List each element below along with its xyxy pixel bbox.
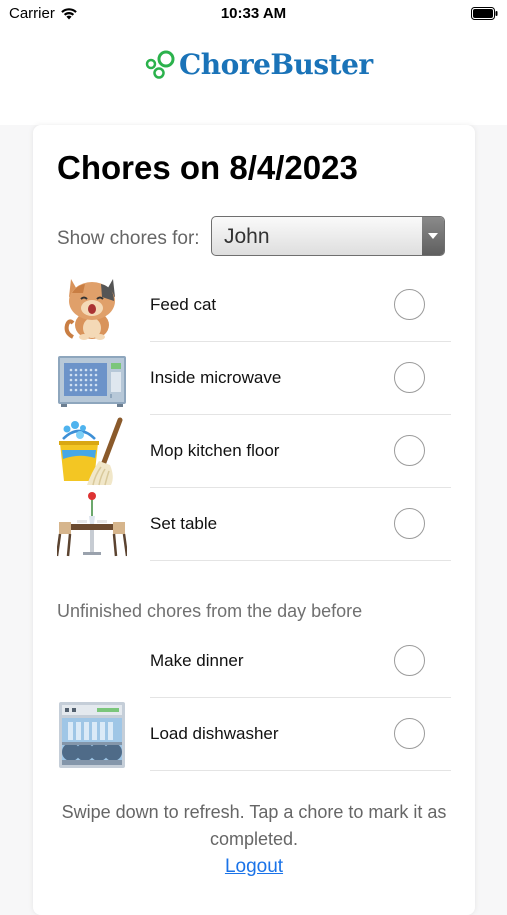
- chore-row-feed-cat[interactable]: Feed cat: [33, 269, 475, 342]
- chore-row-set-table[interactable]: Set table: [33, 488, 475, 561]
- bubbles-icon: [145, 50, 175, 79]
- chore-name: Feed cat: [150, 295, 217, 314]
- complete-checkbox[interactable]: [394, 289, 425, 320]
- dining-table-icon: [57, 492, 127, 557]
- complete-checkbox[interactable]: [394, 362, 425, 393]
- chore-row-load-dishwasher[interactable]: Load dishwasher: [33, 698, 475, 771]
- chore-row-mop-kitchen-floor[interactable]: Mop kitchen floor: [33, 415, 475, 488]
- chore-name: Mop kitchen floor: [150, 441, 280, 460]
- status-bar: Carrier 10:33 AM: [0, 0, 507, 30]
- person-select-value: John: [224, 225, 270, 248]
- app-logo: ChoreBuster: [143, 48, 373, 81]
- chore-name: Make dinner: [150, 651, 244, 670]
- chore-name: Inside microwave: [150, 368, 282, 387]
- chore-row-inside-microwave[interactable]: Inside microwave: [33, 342, 475, 415]
- filter-label: Show chores for:: [57, 228, 200, 249]
- complete-checkbox[interactable]: [394, 645, 425, 676]
- mop-bucket-icon: [59, 417, 123, 486]
- carrier-group: Carrier: [9, 5, 78, 22]
- divider: [150, 770, 451, 771]
- complete-checkbox[interactable]: [394, 508, 425, 539]
- person-select[interactable]: John: [211, 216, 445, 256]
- carrier-label: Carrier: [9, 5, 55, 22]
- microwave-icon: [58, 356, 126, 407]
- divider: [150, 560, 451, 561]
- complete-checkbox[interactable]: [394, 718, 425, 749]
- logo-text: ChoreBuster: [179, 48, 373, 81]
- chores-card: Chores on 8/4/2023 Show chores for: John…: [33, 125, 475, 915]
- chore-row-make-dinner[interactable]: Make dinner: [33, 625, 475, 698]
- chore-name: Set table: [150, 514, 218, 533]
- wifi-icon: [61, 8, 77, 20]
- app-header: ChoreBuster: [0, 30, 507, 125]
- cat-icon: [64, 279, 115, 340]
- chore-name: Load dishwasher: [150, 724, 279, 743]
- unfinished-section-title: Unfinished chores from the day before: [57, 601, 363, 621]
- footer-hint: Swipe down to refresh. Tap a chore to ma…: [61, 802, 447, 849]
- chevron-down-icon: [422, 217, 444, 255]
- complete-checkbox[interactable]: [394, 435, 425, 466]
- page-title: Chores on 8/4/2023: [57, 149, 358, 186]
- dishwasher-icon: [59, 702, 125, 768]
- logout-link[interactable]: Logout: [33, 856, 475, 878]
- battery-icon: [471, 7, 498, 20]
